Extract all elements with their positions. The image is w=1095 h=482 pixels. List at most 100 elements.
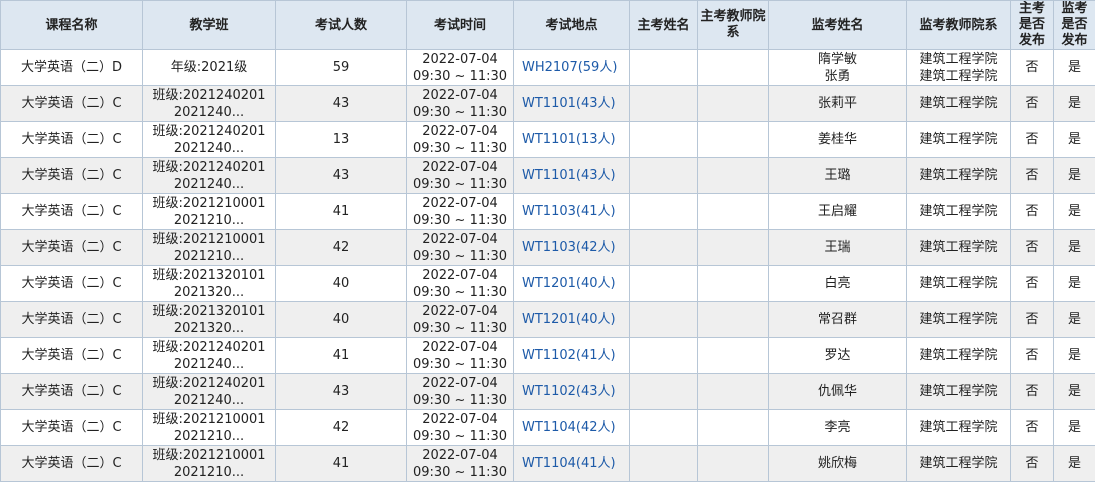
exam-date: 2022-07-04 xyxy=(409,159,511,176)
exam-location-cell: WT1201(40人) xyxy=(514,266,630,302)
table-row[interactable]: 大学英语（二）C班级:20212402012021240...132022-07… xyxy=(1,122,1095,158)
exam-location-link[interactable]: WT1101(13人) xyxy=(522,132,616,147)
teaching-class-cell-line: 2021320... xyxy=(145,284,273,301)
chief-examiner-name-cell xyxy=(630,86,698,122)
exam-time: 09:30 ~ 11:30 xyxy=(409,104,511,121)
exam-location-cell: WT1102(41人) xyxy=(514,338,630,374)
teaching-class-cell: 班级:20212402012021240... xyxy=(143,374,276,410)
exam-date: 2022-07-04 xyxy=(409,339,511,356)
table-row[interactable]: 大学英语（二）C班级:20213201012021320...402022-07… xyxy=(1,302,1095,338)
exam-location-cell: WT1103(42人) xyxy=(514,230,630,266)
exam-location-link[interactable]: WT1103(41人) xyxy=(522,204,616,219)
exam-count-cell: 41 xyxy=(276,446,407,482)
chief-examiner-dept-cell xyxy=(698,230,769,266)
teaching-class-cell-line: 班级:2021210001 xyxy=(145,231,273,248)
proctor-dept-cell-line: 建筑工程学院 xyxy=(909,311,1008,328)
proctor-name-cell-line: 隋学敏 xyxy=(771,51,904,68)
teaching-class-cell-line: 2021210... xyxy=(145,464,273,481)
table-row[interactable]: 大学英语（二）C班级:20212100012021210...412022-07… xyxy=(1,446,1095,482)
header-proctor-dept[interactable]: 监考教师院系 xyxy=(907,1,1011,50)
header-chief-examiner-dept[interactable]: 主考教师院系 xyxy=(698,1,769,50)
chief-published-cell: 否 xyxy=(1011,50,1054,86)
chief-published-cell: 否 xyxy=(1011,302,1054,338)
exam-location-link[interactable]: WT1101(43人) xyxy=(522,168,616,183)
proctor-name-cell: 常召群 xyxy=(769,302,907,338)
course-name-cell: 大学英语（二）C xyxy=(1,446,143,482)
teaching-class-cell-line: 班级:2021240201 xyxy=(145,159,273,176)
table-row[interactable]: 大学英语（二）C班级:20212100012021210...422022-07… xyxy=(1,230,1095,266)
table-row[interactable]: 大学英语（二）C班级:20212100012021210...412022-07… xyxy=(1,194,1095,230)
course-name-cell: 大学英语（二）C xyxy=(1,158,143,194)
teaching-class-cell-line: 2021210... xyxy=(145,212,273,229)
proctor-dept-cell: 建筑工程学院 xyxy=(907,266,1011,302)
header-proctor-published[interactable]: 监考是否发布 xyxy=(1054,1,1095,50)
exam-location-link[interactable]: WT1104(41人) xyxy=(522,456,616,471)
chief-published-cell: 否 xyxy=(1011,446,1054,482)
exam-count-cell: 40 xyxy=(276,302,407,338)
course-name-cell: 大学英语（二）C xyxy=(1,338,143,374)
header-exam-time[interactable]: 考试时间 xyxy=(407,1,514,50)
header-teaching-class[interactable]: 教学班 xyxy=(143,1,276,50)
header-exam-location[interactable]: 考试地点 xyxy=(514,1,630,50)
chief-published-cell: 否 xyxy=(1011,410,1054,446)
course-name-cell: 大学英语（二）C xyxy=(1,122,143,158)
proctor-dept-cell: 建筑工程学院 xyxy=(907,158,1011,194)
exam-time-cell: 2022-07-0409:30 ~ 11:30 xyxy=(407,194,514,230)
teaching-class-cell: 班级:20212402012021240... xyxy=(143,122,276,158)
header-course-name[interactable]: 课程名称 xyxy=(1,1,143,50)
exam-time-cell: 2022-07-0409:30 ~ 11:30 xyxy=(407,410,514,446)
proctor-published-cell: 是 xyxy=(1054,230,1095,266)
proctor-published-cell: 是 xyxy=(1054,410,1095,446)
exam-count-cell: 42 xyxy=(276,410,407,446)
chief-published-cell: 否 xyxy=(1011,338,1054,374)
teaching-class-cell-line: 2021210... xyxy=(145,428,273,445)
proctor-published-cell: 是 xyxy=(1054,266,1095,302)
exam-count-cell: 43 xyxy=(276,86,407,122)
proctor-dept-cell-line: 建筑工程学院 xyxy=(909,275,1008,292)
exam-location-link[interactable]: WT1102(43人) xyxy=(522,384,616,399)
exam-count-cell: 13 xyxy=(276,122,407,158)
proctor-published-cell: 是 xyxy=(1054,374,1095,410)
exam-time: 09:30 ~ 11:30 xyxy=(409,356,511,373)
proctor-dept-cell-line: 建筑工程学院 xyxy=(909,95,1008,112)
exam-location-link[interactable]: WT1104(42人) xyxy=(522,420,616,435)
teaching-class-cell-line: 2021240... xyxy=(145,392,273,409)
table-row[interactable]: 大学英语（二）C班级:20212402012021240...432022-07… xyxy=(1,374,1095,410)
chief-published-cell: 否 xyxy=(1011,374,1054,410)
teaching-class-cell: 班级:20212100012021210... xyxy=(143,230,276,266)
table-row[interactable]: 大学英语（二）C班级:20212402012021240...412022-07… xyxy=(1,338,1095,374)
proctor-name-cell: 隋学敏张勇 xyxy=(769,50,907,86)
teaching-class-cell-line: 2021210... xyxy=(145,248,273,265)
proctor-dept-cell-line: 建筑工程学院 xyxy=(909,167,1008,184)
header-chief-published[interactable]: 主考是否发布 xyxy=(1011,1,1054,50)
table-row[interactable]: 大学英语（二）D年级:2021级592022-07-0409:30 ~ 11:3… xyxy=(1,50,1095,86)
teaching-class-cell-line: 班级:2021210001 xyxy=(145,447,273,464)
exam-location-link[interactable]: WT1201(40人) xyxy=(522,276,616,291)
chief-examiner-name-cell xyxy=(630,158,698,194)
table-row[interactable]: 大学英语（二）C班级:20212100012021210...422022-07… xyxy=(1,410,1095,446)
teaching-class-cell-line: 2021240... xyxy=(145,356,273,373)
proctor-dept-cell: 建筑工程学院 xyxy=(907,338,1011,374)
table-row[interactable]: 大学英语（二）C班级:20212402012021240...432022-07… xyxy=(1,86,1095,122)
proctor-name-cell: 仇佩华 xyxy=(769,374,907,410)
header-exam-count[interactable]: 考试人数 xyxy=(276,1,407,50)
table-row[interactable]: 大学英语（二）C班级:20212402012021240...432022-07… xyxy=(1,158,1095,194)
exam-location-link[interactable]: WH2107(59人) xyxy=(522,60,617,75)
teaching-class-cell-line: 班级:2021240201 xyxy=(145,87,273,104)
chief-examiner-name-cell xyxy=(630,374,698,410)
proctor-name-cell-line: 罗达 xyxy=(771,347,904,364)
exam-location-link[interactable]: WT1201(40人) xyxy=(522,312,616,327)
table-row[interactable]: 大学英语（二）C班级:20213201012021320...402022-07… xyxy=(1,266,1095,302)
teaching-class-cell: 班级:20212402012021240... xyxy=(143,86,276,122)
exam-location-link[interactable]: WT1103(42人) xyxy=(522,240,616,255)
proctor-name-cell: 姜桂华 xyxy=(769,122,907,158)
exam-location-link[interactable]: WT1101(43人) xyxy=(522,96,616,111)
course-name-cell: 大学英语（二）C xyxy=(1,374,143,410)
header-proctor-name[interactable]: 监考姓名 xyxy=(769,1,907,50)
header-chief-examiner-name[interactable]: 主考姓名 xyxy=(630,1,698,50)
proctor-name-cell-line: 李亮 xyxy=(771,419,904,436)
teaching-class-cell-line: 2021320... xyxy=(145,320,273,337)
proctor-name-cell: 白亮 xyxy=(769,266,907,302)
exam-location-link[interactable]: WT1102(41人) xyxy=(522,348,616,363)
chief-examiner-name-cell xyxy=(630,194,698,230)
